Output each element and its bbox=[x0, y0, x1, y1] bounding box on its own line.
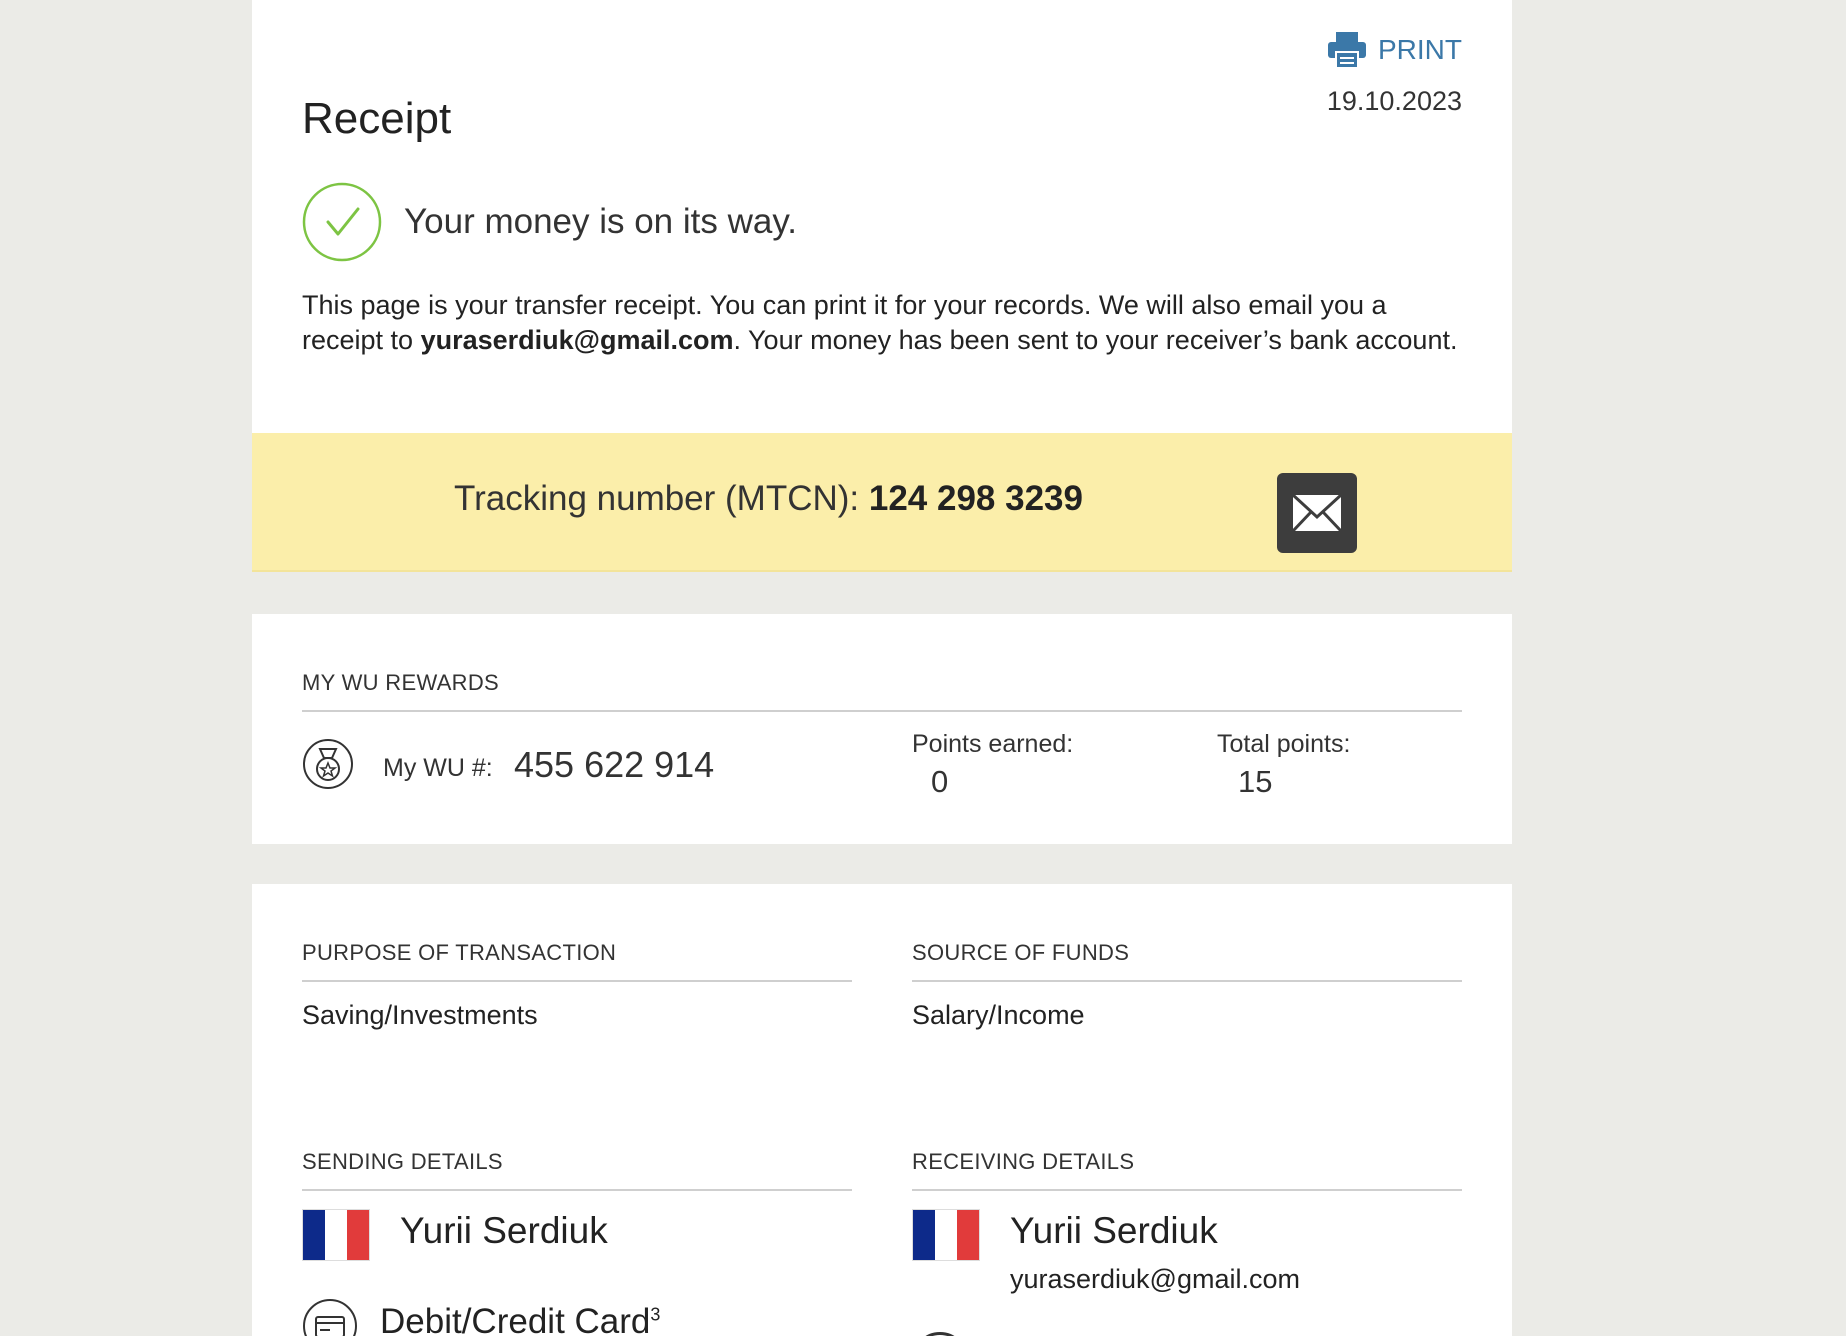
purpose-value: Saving/Investments bbox=[302, 1000, 538, 1030]
footnote-marker: 3 bbox=[650, 1304, 661, 1325]
intro-paragraph: This page is your transfer receipt. You … bbox=[302, 288, 1462, 358]
bank-icon bbox=[912, 1332, 968, 1336]
print-label[interactable]: PRINT bbox=[1378, 34, 1462, 66]
source-value: Salary/Income bbox=[912, 1000, 1085, 1030]
print-button[interactable]: PRINT bbox=[1326, 30, 1462, 70]
sending-heading: SENDING DETAILS bbox=[302, 1149, 852, 1191]
rewards-card: MY WU REWARDS My WU #: 455 622 914 Point… bbox=[252, 614, 1512, 844]
wu-number: 455 622 914 bbox=[514, 744, 715, 785]
points-earned-value: 0 bbox=[931, 764, 949, 799]
tracking-banner: Tracking number (MTCN): 124 298 3239 bbox=[252, 433, 1512, 572]
sender-name: Yurii Serdiuk bbox=[400, 1210, 608, 1251]
receiving-heading: RECEIVING DETAILS bbox=[912, 1149, 1462, 1191]
envelope-icon bbox=[1291, 493, 1343, 533]
wu-number-label: My WU #: bbox=[383, 754, 493, 782]
intro-email: yuraserdiuk@gmail.com bbox=[420, 325, 734, 355]
france-flag-icon bbox=[912, 1209, 980, 1261]
receiver-name: Yurii Serdiuk bbox=[1010, 1210, 1218, 1251]
email-receipt-button[interactable] bbox=[1277, 473, 1357, 553]
status-text: Your money is on its way. bbox=[404, 202, 797, 241]
intro-text-end: . Your money has been sent to your recei… bbox=[733, 325, 1458, 355]
printer-icon bbox=[1326, 30, 1368, 70]
medal-icon bbox=[302, 738, 354, 790]
tracking-number: Tracking number (MTCN): 124 298 3239 bbox=[454, 479, 1083, 519]
status-message: Your money is on its way. bbox=[302, 182, 797, 262]
rewards-heading: MY WU REWARDS bbox=[302, 670, 1462, 712]
purpose-heading: PURPOSE OF TRANSACTION bbox=[302, 940, 852, 982]
total-points-label: Total points: bbox=[1217, 730, 1351, 758]
source-heading: SOURCE OF FUNDS bbox=[912, 940, 1462, 982]
payment-method: Debit/Credit Card3 bbox=[380, 1302, 660, 1336]
page-title: Receipt bbox=[302, 94, 452, 143]
receipt-card: PRINT 19.10.2023 Receipt Your money is o… bbox=[252, 0, 1512, 572]
mtcn-value: 124 298 3239 bbox=[868, 479, 1083, 518]
points-earned-label: Points earned: bbox=[912, 730, 1074, 758]
total-points-value: 15 bbox=[1238, 764, 1273, 799]
check-circle-icon bbox=[302, 182, 382, 262]
receiver-email: yuraserdiuk@gmail.com bbox=[1010, 1264, 1300, 1294]
tracking-label: Tracking number (MTCN): bbox=[454, 479, 869, 518]
payment-method-label: Debit/Credit Card bbox=[380, 1302, 651, 1336]
france-flag-icon bbox=[302, 1209, 370, 1261]
details-card: PURPOSE OF TRANSACTION Saving/Investment… bbox=[252, 884, 1512, 1336]
credit-card-icon bbox=[302, 1298, 358, 1336]
receipt-date: 19.10.2023 bbox=[1326, 86, 1462, 116]
